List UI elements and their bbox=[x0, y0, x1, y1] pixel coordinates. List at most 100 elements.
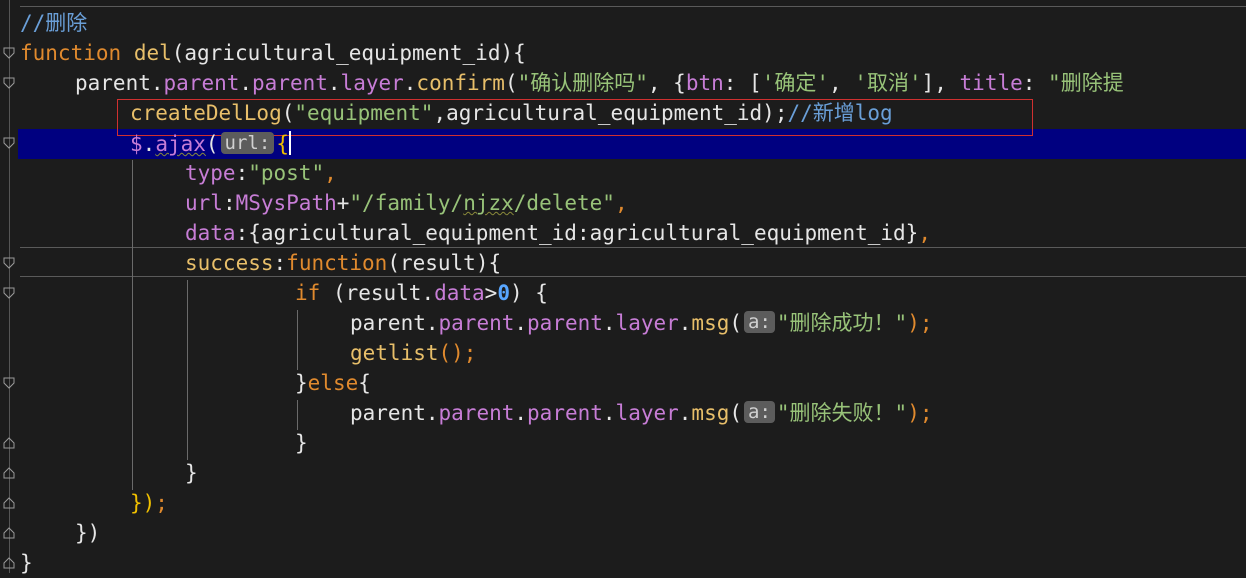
code-line[interactable]: if (result.data>0) { bbox=[295, 278, 548, 308]
string: "删除失败！" bbox=[776, 401, 908, 425]
code-text: , { bbox=[647, 71, 686, 95]
method: msg bbox=[691, 311, 730, 335]
code-line[interactable]: }) bbox=[75, 518, 100, 548]
code-text: (); bbox=[438, 341, 477, 365]
code-line[interactable]: url:MSysPath+"/family/njzx/delete", bbox=[185, 188, 628, 218]
comment: //删除 bbox=[20, 11, 88, 35]
code-text: . bbox=[142, 132, 156, 156]
code-text: ) { bbox=[509, 281, 548, 305]
fold-end-icon[interactable] bbox=[3, 527, 15, 539]
string: njzx bbox=[463, 191, 514, 215]
property: url bbox=[185, 191, 223, 215]
function-call: getlist bbox=[350, 341, 439, 365]
code-line[interactable]: }); bbox=[130, 488, 168, 518]
parameter-hint: a: bbox=[744, 401, 775, 423]
code-text: ], bbox=[921, 71, 960, 95]
string: "equipment" bbox=[294, 101, 434, 125]
number: 0 bbox=[497, 281, 510, 305]
parameter-hint: url: bbox=[220, 132, 275, 154]
code-line[interactable]: //删除 bbox=[20, 8, 87, 38]
property: btn bbox=[685, 71, 724, 95]
code-line[interactable]: }else{ bbox=[295, 368, 371, 398]
code-line[interactable]: data:{agricultural_equipment_id:agricult… bbox=[185, 218, 931, 248]
string: '取消' bbox=[854, 71, 922, 95]
fold-collapse-icon[interactable] bbox=[3, 257, 15, 269]
fold-end-icon[interactable] bbox=[3, 497, 15, 509]
property: parent bbox=[163, 71, 240, 95]
function-name: del bbox=[133, 41, 172, 65]
string: "确认删除吗" bbox=[517, 71, 648, 95]
code-text: . bbox=[150, 71, 164, 95]
code-text: ( bbox=[281, 101, 295, 125]
code-line[interactable]: function del(agricultural_equipment_id){ bbox=[20, 38, 526, 68]
code-text: ); bbox=[907, 311, 933, 335]
method: ajax bbox=[155, 132, 206, 156]
fold-end-icon[interactable] bbox=[3, 467, 15, 479]
code-line[interactable]: success:function(result){ bbox=[185, 248, 501, 278]
code-text: :{agricultural_equipment_id:agricultural… bbox=[235, 221, 919, 245]
code-text: (result){ bbox=[387, 251, 502, 275]
string: /delete" bbox=[513, 191, 615, 215]
divider bbox=[20, 6, 1246, 7]
property: data bbox=[185, 221, 236, 245]
code-text: } bbox=[295, 371, 308, 395]
code-text: : bbox=[273, 251, 287, 275]
property: type bbox=[185, 161, 236, 185]
code-text: parent bbox=[350, 401, 426, 425]
fold-collapse-icon[interactable] bbox=[3, 137, 15, 149]
text-cursor bbox=[288, 131, 291, 155]
code-line[interactable]: parent.parent.parent.layer.confirm("确认删除… bbox=[75, 68, 1124, 98]
variable: MSysPath bbox=[235, 191, 337, 215]
code-line[interactable]: type:"post", bbox=[185, 158, 337, 188]
code-text: parent bbox=[350, 311, 426, 335]
parameter-hint: a: bbox=[744, 311, 775, 333]
property: layer bbox=[340, 71, 404, 95]
code-text: }) bbox=[75, 521, 101, 545]
property: parent bbox=[527, 311, 603, 335]
code-line[interactable]: } bbox=[185, 458, 198, 488]
comment: //新增log bbox=[787, 101, 893, 125]
code-text: , bbox=[614, 191, 628, 215]
code-text: ,agricultural_equipment_id); bbox=[433, 101, 788, 125]
code-line-current[interactable]: $.ajax(url:{ bbox=[130, 129, 291, 159]
property: title bbox=[959, 71, 1023, 95]
method: confirm bbox=[416, 71, 505, 95]
code-line[interactable]: parent.parent.parent.layer.msg(a: "删除成功！"… bbox=[350, 308, 933, 338]
code-text: }) bbox=[130, 491, 156, 515]
fold-collapse-icon[interactable] bbox=[3, 377, 15, 389]
code-editor[interactable]: //删除 function del(agricultural_equipment… bbox=[0, 0, 1246, 575]
fold-end-icon[interactable] bbox=[3, 437, 15, 449]
code-text: , bbox=[918, 221, 931, 245]
fold-collapse-icon[interactable] bbox=[3, 47, 15, 59]
jquery-symbol: $ bbox=[130, 132, 143, 156]
keyword: if bbox=[295, 281, 321, 305]
property: data bbox=[434, 281, 485, 305]
code-line[interactable]: getlist(); bbox=[350, 338, 476, 368]
fold-collapse-icon[interactable] bbox=[3, 77, 15, 89]
property: success bbox=[185, 251, 274, 275]
property: layer bbox=[615, 311, 679, 335]
code-text: : bbox=[222, 191, 236, 215]
function-call: createDelLog bbox=[130, 101, 282, 125]
property: parent bbox=[438, 401, 515, 425]
code-text: , bbox=[829, 71, 855, 95]
code-line[interactable]: } bbox=[295, 428, 308, 458]
code-line[interactable]: parent.parent.parent.layer.msg(a: "删除失败！"… bbox=[350, 398, 933, 428]
code-line[interactable]: createDelLog("equipment",agricultural_eq… bbox=[130, 98, 893, 128]
string: "/family/ bbox=[349, 191, 464, 215]
string: "删除成功！" bbox=[776, 311, 908, 335]
code-line[interactable]: } bbox=[20, 548, 33, 578]
code-text: (agricultural_equipment_id){ bbox=[171, 41, 526, 65]
indent-guide bbox=[297, 310, 298, 370]
code-text: } bbox=[20, 551, 33, 575]
fold-end-icon[interactable] bbox=[3, 557, 15, 569]
method: msg bbox=[691, 401, 730, 425]
code-text: { bbox=[358, 371, 371, 395]
fold-collapse-icon[interactable] bbox=[3, 287, 15, 299]
property: parent bbox=[252, 71, 328, 95]
code-text: : bbox=[235, 161, 249, 185]
code-text: (result. bbox=[320, 281, 435, 305]
code-text: : [ bbox=[723, 71, 762, 95]
indent-guide bbox=[297, 400, 298, 430]
keyword: function bbox=[20, 41, 122, 65]
